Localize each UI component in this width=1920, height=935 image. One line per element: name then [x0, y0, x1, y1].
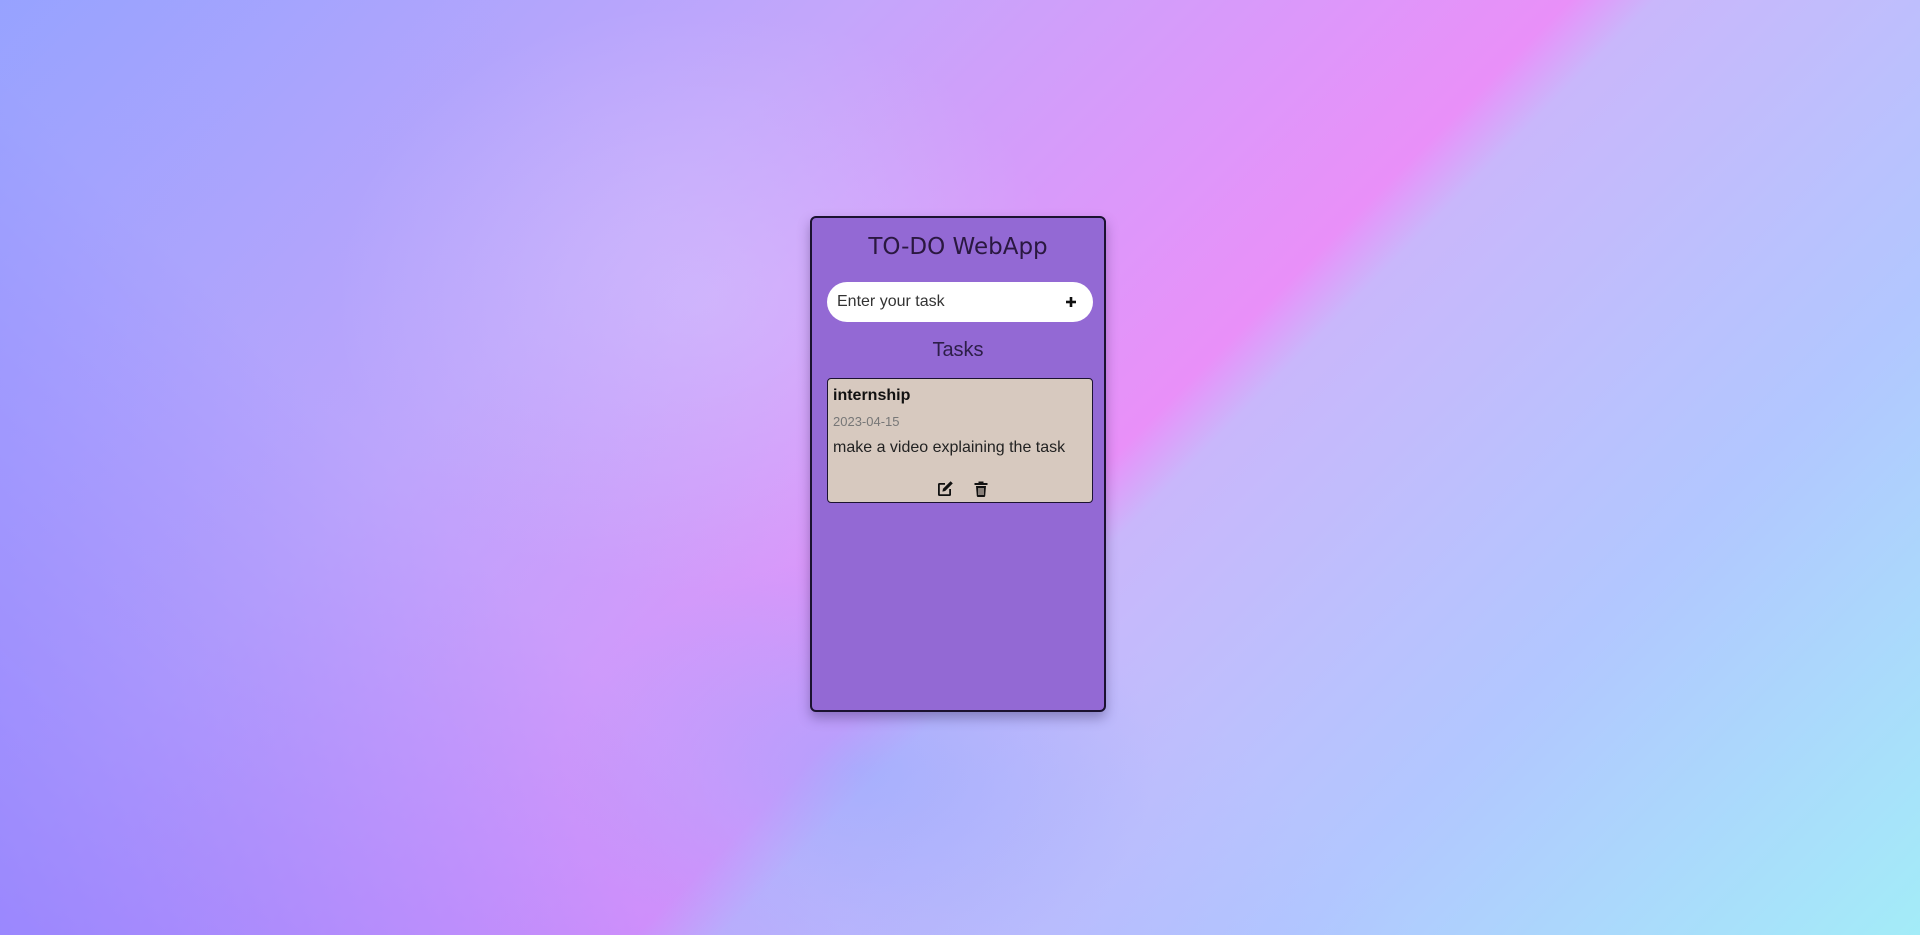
edit-icon — [938, 481, 953, 496]
task-title: internship — [833, 387, 911, 404]
task-description: make a video explaining the task — [833, 439, 1066, 456]
app-title: TO-DO WebApp — [868, 234, 1048, 260]
task-item: internship 2023-04-15 make a video expla… — [827, 378, 1093, 503]
plus-icon — [1066, 297, 1076, 307]
trash-icon — [974, 481, 988, 497]
tasks-heading: Tasks — [932, 339, 984, 361]
add-task-button[interactable] — [1061, 292, 1081, 312]
todo-card: TO-DO WebApp Tasks internship 2023-04-15… — [810, 216, 1106, 712]
task-input-bar — [827, 282, 1093, 322]
delete-task-button[interactable] — [971, 479, 991, 499]
edit-task-button[interactable] — [935, 479, 955, 499]
task-date: 2023-04-15 — [833, 414, 900, 429]
task-input[interactable] — [837, 282, 1037, 322]
